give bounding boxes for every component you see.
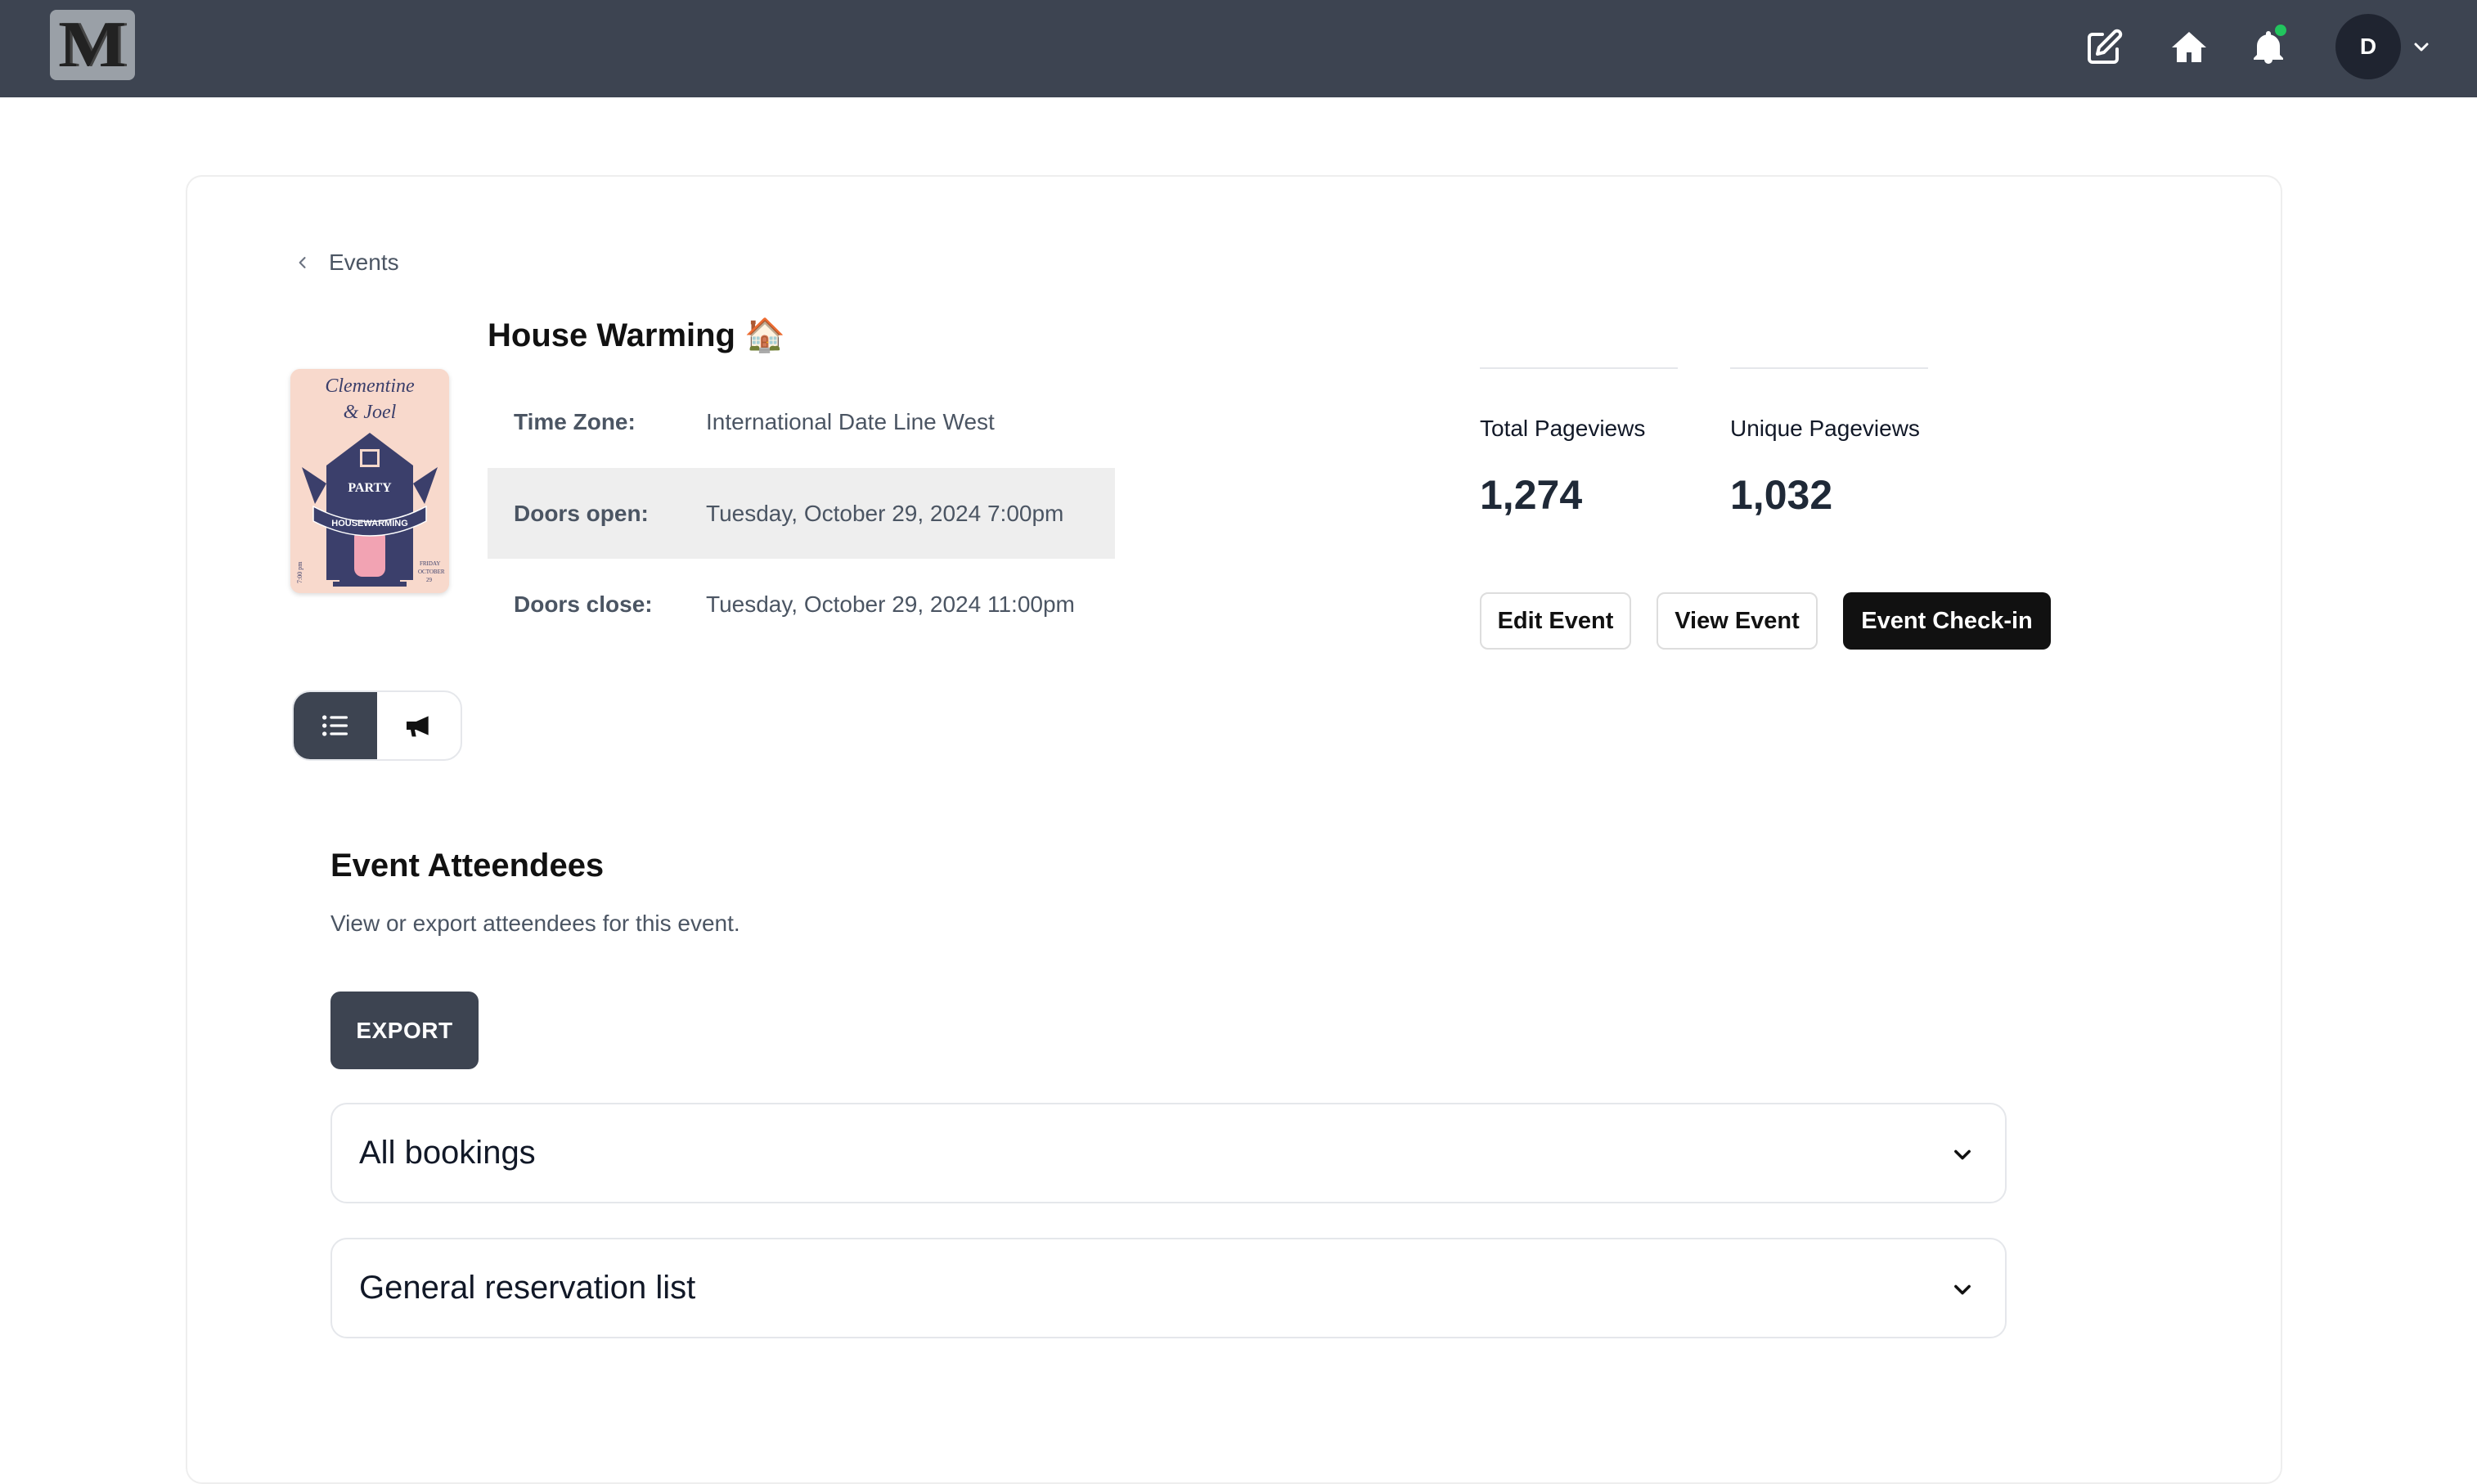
attendees-title: Event Atteendees bbox=[330, 848, 605, 884]
export-button[interactable]: EXPORT bbox=[330, 992, 479, 1069]
list-icon bbox=[322, 715, 348, 736]
stat-value: 1,032 bbox=[1730, 472, 1833, 518]
accordion-all-bookings[interactable]: All bookings bbox=[330, 1103, 2007, 1203]
event-title: House Warming 🏠 bbox=[488, 317, 785, 353]
logo-letter: M bbox=[58, 9, 127, 81]
chevron-down-icon[interactable] bbox=[1951, 1278, 1974, 1301]
event-checkin-button[interactable]: Event Check-in bbox=[1843, 592, 2051, 650]
breadcrumb-events-link[interactable]: Events bbox=[329, 250, 399, 276]
attendees-subtitle: View or export atteendees for this event… bbox=[330, 911, 740, 936]
detail-row-doors-open: Doors open: Tuesday, October 29, 2024 7:… bbox=[488, 468, 1115, 559]
stat-total-pageviews: Total Pageviews 1,274 bbox=[1480, 367, 1678, 519]
thumb-banner-text: HOUSEWARMING bbox=[331, 519, 408, 528]
chevron-down-icon[interactable] bbox=[2412, 37, 2431, 56]
thumb-line1: Clementine bbox=[325, 375, 415, 397]
accordion-label: All bookings bbox=[359, 1135, 536, 1171]
thumb-line2: & Joel bbox=[344, 402, 397, 423]
view-toggle bbox=[292, 690, 462, 761]
bell-icon[interactable] bbox=[2249, 25, 2288, 67]
thumb-date-text-1: FRIDAY bbox=[420, 560, 440, 567]
top-navbar: M D bbox=[0, 0, 2477, 97]
detail-row-doors-close: Doors close: Tuesday, October 29, 2024 1… bbox=[488, 559, 1115, 650]
home-icon[interactable] bbox=[2169, 28, 2209, 67]
stat-label: Unique Pageviews bbox=[1730, 416, 1920, 441]
stat-unique-pageviews: Unique Pageviews 1,032 bbox=[1730, 367, 1928, 519]
stat-value: 1,274 bbox=[1480, 472, 1583, 518]
list-view-toggle[interactable] bbox=[294, 692, 377, 759]
detail-label: Doors open: bbox=[514, 500, 649, 526]
chevron-down-icon[interactable] bbox=[1951, 1143, 1974, 1166]
thumb-house-text: PARTY bbox=[348, 481, 392, 495]
detail-label: Doors close: bbox=[514, 591, 653, 617]
stat-divider bbox=[1730, 367, 1928, 369]
thumb-date-text-2: OCTOBER bbox=[418, 569, 445, 575]
stat-divider bbox=[1480, 367, 1678, 369]
megaphone-icon bbox=[407, 716, 429, 737]
edit-event-button[interactable]: Edit Event bbox=[1480, 592, 1631, 650]
breadcrumb[interactable]: Events bbox=[294, 246, 399, 279]
notification-dot bbox=[2275, 25, 2286, 36]
detail-label: Time Zone: bbox=[514, 408, 636, 434]
announcement-toggle[interactable] bbox=[377, 692, 461, 759]
view-event-button[interactable]: View Event bbox=[1657, 592, 1818, 650]
detail-value: International Date Line West bbox=[706, 408, 995, 434]
accordion-label: General reservation list bbox=[359, 1270, 696, 1306]
detail-row-timezone: Time Zone: International Date Line West bbox=[488, 376, 1115, 467]
stat-label: Total Pageviews bbox=[1480, 416, 1646, 441]
detail-value: Tuesday, October 29, 2024 11:00pm bbox=[706, 591, 1075, 617]
detail-value: Tuesday, October 29, 2024 7:00pm bbox=[706, 500, 1064, 526]
accordion-general-reservation-list[interactable]: General reservation list bbox=[330, 1238, 2007, 1338]
edit-icon[interactable] bbox=[2084, 28, 2124, 67]
event-thumbnail: Clementine & Joel PARTY HOUSEWARMING 7:0… bbox=[290, 369, 449, 593]
app-logo[interactable]: M bbox=[50, 10, 135, 80]
chevron-left-icon bbox=[294, 254, 311, 271]
thumb-time-text: 7:00 pm bbox=[296, 561, 303, 583]
user-avatar[interactable]: D bbox=[2335, 14, 2401, 79]
thumb-date-text-3: 29 bbox=[426, 577, 433, 583]
